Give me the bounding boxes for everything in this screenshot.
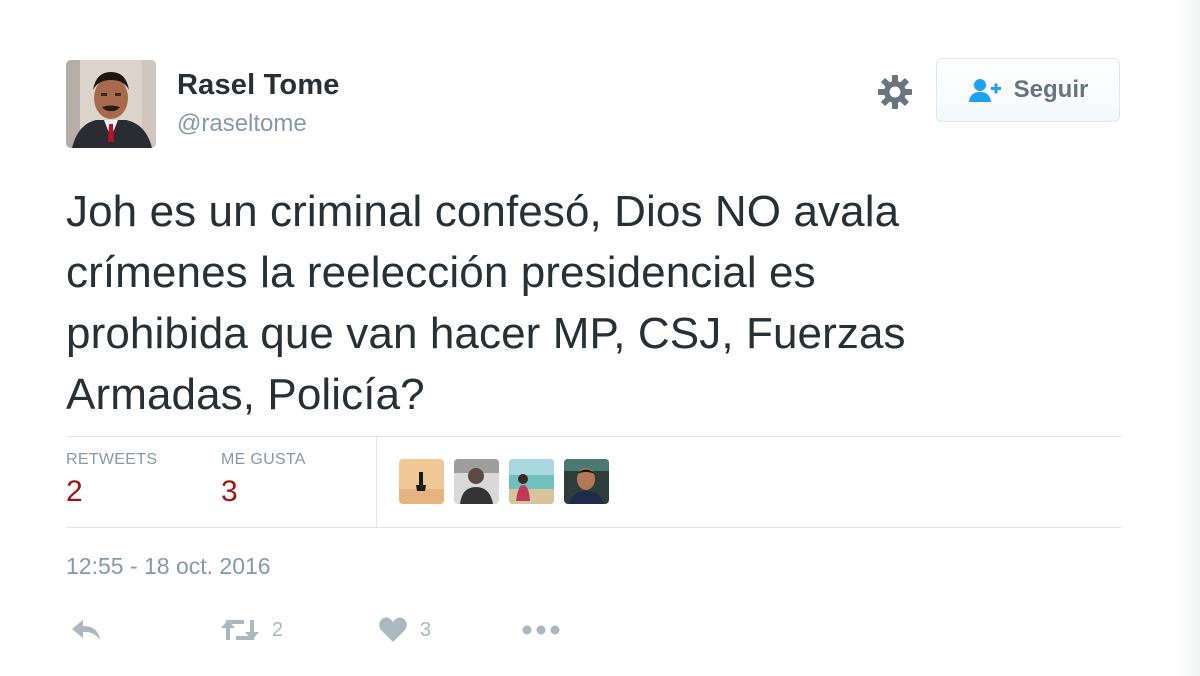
follow-button[interactable]: Seguir (936, 58, 1120, 122)
more-button[interactable] (522, 612, 560, 648)
display-name[interactable]: Rasel Tome (177, 69, 340, 102)
tweet-actions: 2 3 (66, 612, 666, 648)
like-button[interactable]: 3 (378, 612, 431, 648)
more-icon (522, 625, 560, 635)
add-user-icon (968, 79, 1001, 102)
user-avatar[interactable] (66, 60, 156, 148)
liker-avatar-4[interactable] (564, 459, 609, 504)
profile-photo (66, 60, 156, 148)
gear-icon[interactable] (876, 73, 914, 111)
tweet-stats: RETWEETS 2 ME GUSTA 3 (66, 436, 1122, 528)
liker-avatar-3[interactable] (509, 459, 554, 504)
retweet-count: 2 (272, 618, 284, 641)
stats-divider (376, 437, 377, 527)
likes-count: 3 (221, 475, 238, 508)
retweets-stat[interactable]: RETWEETS 2 (66, 451, 157, 509)
likes-label: ME GUSTA (221, 451, 306, 468)
like-count: 3 (420, 618, 432, 641)
reply-button[interactable] (70, 612, 102, 648)
screen-name[interactable]: @raseltome (177, 110, 307, 138)
retweets-count: 2 (66, 475, 83, 508)
liker-avatar-2[interactable] (454, 459, 499, 504)
retweets-label: RETWEETS (66, 451, 158, 468)
liker-avatar-1[interactable] (399, 459, 444, 504)
heart-icon (379, 617, 407, 642)
tweet-timestamp[interactable]: 12:55 - 18 oct. 2016 (66, 553, 271, 580)
tweet-text: Joh es un criminal confesó, Dios NO aval… (66, 187, 906, 419)
retweet-button[interactable]: 2 (220, 612, 283, 648)
reply-icon (72, 620, 100, 640)
window-edge (1178, 0, 1200, 676)
likes-stat[interactable]: ME GUSTA 3 (221, 451, 306, 509)
follow-button-label: Seguir (1013, 76, 1089, 103)
retweet-icon (221, 620, 259, 640)
liker-avatars (399, 459, 609, 504)
